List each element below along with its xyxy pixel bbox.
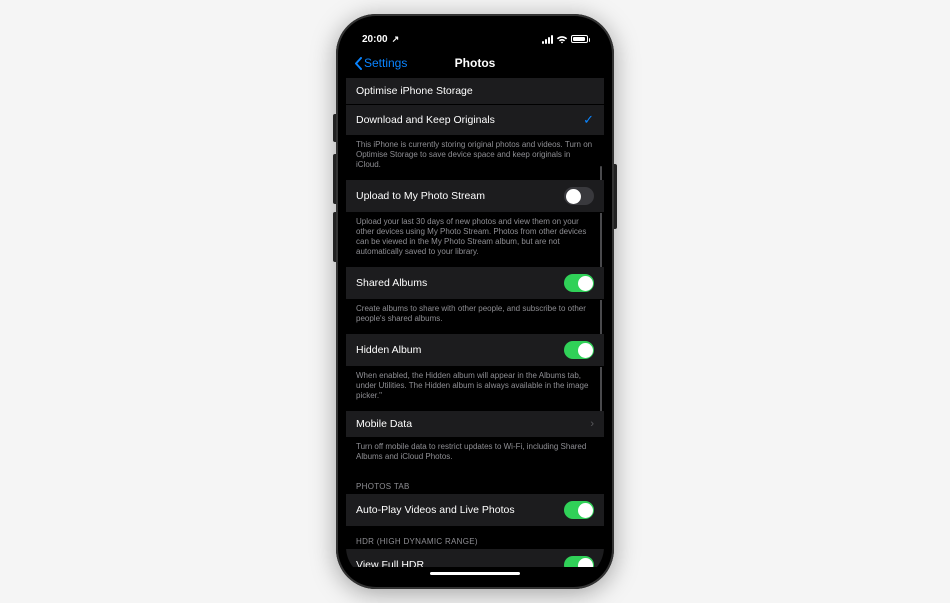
- screen: 20:00 ↗ Settings Photos Optimise iPhone …: [346, 24, 604, 579]
- footer-text: Upload your last 30 days of new photos a…: [346, 213, 604, 267]
- footer-text: This iPhone is currently storing origina…: [346, 136, 604, 180]
- row-label: Optimise iPhone Storage: [356, 85, 473, 97]
- home-indicator[interactable]: [430, 572, 520, 576]
- footer-text: Create albums to share with other people…: [346, 300, 604, 334]
- row-shared-albums[interactable]: Shared Albums: [346, 267, 604, 300]
- row-optimise-storage[interactable]: Optimise iPhone Storage: [346, 78, 604, 105]
- notch: [415, 24, 535, 46]
- row-label: View Full HDR: [356, 559, 424, 567]
- row-label: Upload to My Photo Stream: [356, 190, 485, 202]
- chevron-right-icon: ›: [590, 418, 594, 430]
- row-hidden-album[interactable]: Hidden Album: [346, 334, 604, 367]
- signal-icon: [542, 35, 553, 44]
- back-button[interactable]: Settings: [354, 56, 407, 70]
- nav-bar: Settings Photos: [346, 48, 604, 78]
- row-label: Mobile Data: [356, 418, 412, 430]
- toggle-hidden-album[interactable]: [564, 341, 594, 359]
- battery-icon: [571, 35, 588, 43]
- row-label: Shared Albums: [356, 277, 427, 289]
- row-label: Hidden Album: [356, 344, 421, 356]
- toggle-view-full-hdr[interactable]: [564, 556, 594, 567]
- back-label: Settings: [364, 56, 407, 70]
- section-header: PHOTOS TAB: [346, 472, 604, 494]
- row-mobile-data[interactable]: Mobile Data ›: [346, 411, 604, 438]
- row-photo-stream[interactable]: Upload to My Photo Stream: [346, 180, 604, 213]
- page-title: Photos: [455, 56, 496, 70]
- checkmark-icon: ✓: [583, 112, 594, 128]
- row-label: Download and Keep Originals: [356, 114, 495, 126]
- settings-list[interactable]: Optimise iPhone Storage Download and Kee…: [346, 78, 604, 567]
- phone-frame: 20:00 ↗ Settings Photos Optimise iPhone …: [336, 14, 614, 589]
- row-label: Auto-Play Videos and Live Photos: [356, 504, 515, 516]
- row-view-full-hdr[interactable]: View Full HDR: [346, 549, 604, 567]
- location-icon: ↗: [392, 34, 400, 45]
- status-time: 20:00: [362, 34, 388, 45]
- toggle-shared-albums[interactable]: [564, 274, 594, 292]
- chevron-left-icon: [354, 57, 362, 70]
- wifi-icon: [556, 35, 568, 44]
- row-download-originals[interactable]: Download and Keep Originals ✓: [346, 105, 604, 136]
- toggle-photo-stream[interactable]: [564, 187, 594, 205]
- row-autoplay[interactable]: Auto-Play Videos and Live Photos: [346, 494, 604, 527]
- footer-text: Turn off mobile data to restrict updates…: [346, 438, 604, 472]
- toggle-autoplay[interactable]: [564, 501, 594, 519]
- section-header: HDR (HIGH DYNAMIC RANGE): [346, 527, 604, 549]
- footer-text: When enabled, the Hidden album will appe…: [346, 367, 604, 411]
